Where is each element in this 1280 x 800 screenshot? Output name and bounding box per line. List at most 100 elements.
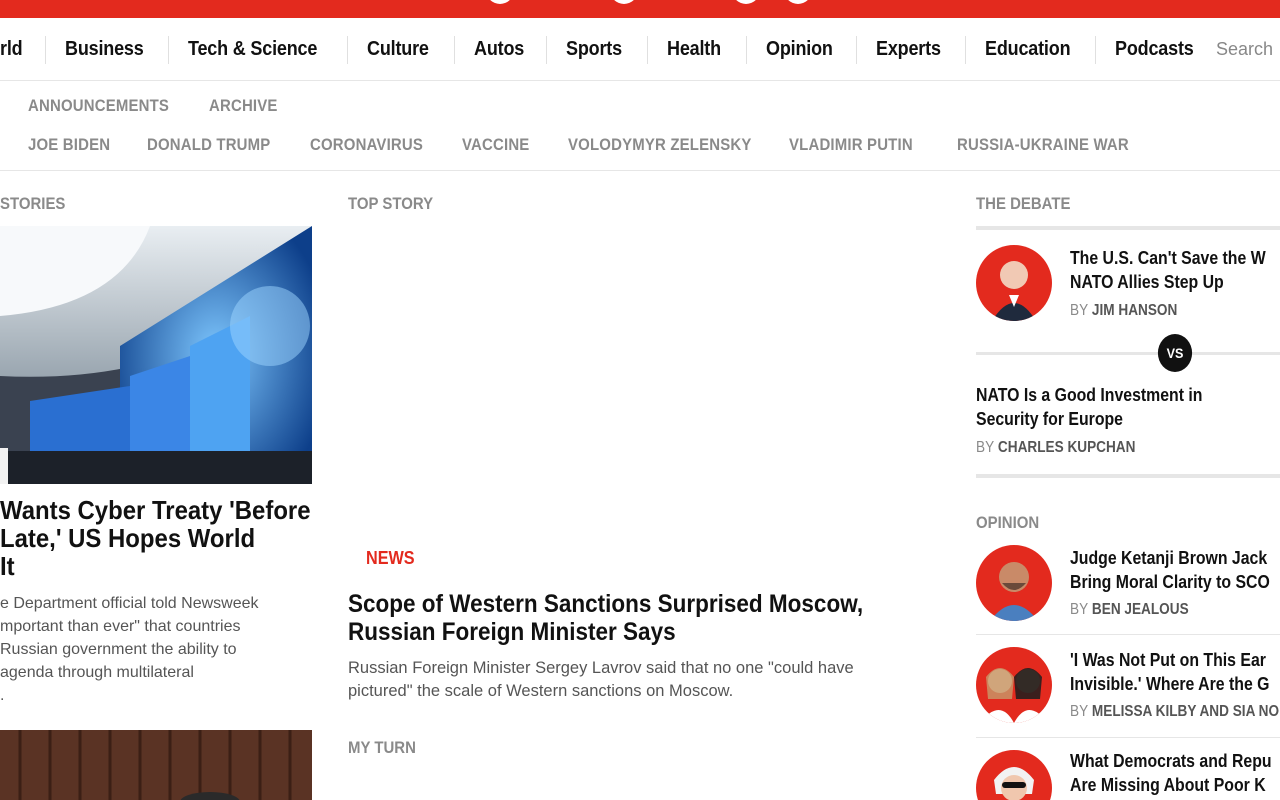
avatar-opinion-3[interactable] [976, 750, 1052, 800]
portrait-illustration [992, 261, 1036, 321]
title-line: 'I Was Not Put on This Ear [1070, 650, 1266, 670]
title-line: NATO Allies Step Up [1070, 272, 1224, 292]
search-input[interactable]: Search [1216, 39, 1273, 60]
nav-item-sports[interactable]: Sports [566, 38, 622, 61]
nav-divider [965, 36, 966, 64]
avatar-kilby-and-no[interactable] [976, 647, 1052, 723]
byline-prefix: BY [1070, 601, 1089, 618]
title-line: Judge Ketanji Brown Jack [1070, 548, 1268, 568]
topic-volodymyr-zelensky[interactable]: VOLODYMYR ZELENSKY [568, 135, 752, 155]
nav-item-education[interactable]: Education [985, 38, 1071, 61]
opinion-title-1[interactable]: Judge Ketanji Brown Jack Bring Moral Cla… [1070, 546, 1270, 594]
byline-prefix: BY [1070, 302, 1089, 319]
topic-russia-ukraine-war[interactable]: RUSSIA-UKRAINE WAR [957, 135, 1129, 155]
title-line: The U.S. Can't Save the W [1070, 248, 1266, 268]
control-room-illustration [0, 226, 312, 484]
headline-line: Russian Foreign Minister Says [348, 618, 676, 646]
headline-line: Late,' US Hopes World [0, 523, 256, 553]
opinion-title-3[interactable]: What Democrats and Repu Are Missing Abou… [1070, 749, 1272, 797]
topic-vaccine[interactable]: VACCINE [462, 135, 529, 155]
summary-line: e Department official told Newsweek [0, 595, 259, 612]
topic-vladimir-putin[interactable]: VLADIMIR PUTIN [789, 135, 913, 155]
byline: BY BEN JEALOUS [1070, 601, 1189, 619]
story-image-control-room[interactable] [0, 226, 312, 484]
byline-prefix: BY [1070, 703, 1089, 720]
main-nav: rld Business Tech & Science Culture Auto… [0, 18, 1280, 81]
nav-item-world[interactable]: rld [0, 38, 23, 61]
title-line: Are Missing About Poor K [1070, 775, 1266, 795]
logo-fragment [732, 0, 760, 4]
nav-item-business[interactable]: Business [65, 38, 144, 61]
nav-item-podcasts[interactable]: Podcasts [1115, 38, 1194, 61]
summary-line: pictured" the scale of Western sanctions… [348, 682, 734, 700]
nav-item-culture[interactable]: Culture [367, 38, 429, 61]
nav-divider [168, 36, 169, 64]
left-story-summary: e Department official told Newsweek mpor… [0, 592, 300, 707]
author-name[interactable]: BEN JEALOUS [1092, 601, 1189, 618]
sub-nav: ANNOUNCEMENTS ARCHIVE [0, 81, 1280, 121]
author-name[interactable]: JIM HANSON [1092, 302, 1177, 319]
title-line: Security for Europe [976, 409, 1124, 429]
story-image-secondary[interactable] [0, 730, 312, 800]
brand-bar[interactable] [0, 0, 1280, 18]
portrait-illustration [980, 668, 1048, 723]
list-divider [976, 737, 1280, 738]
logo-fragment [610, 0, 638, 4]
byline-prefix: BY [976, 439, 995, 456]
headline-line: It [0, 551, 15, 581]
portrait-illustration [990, 562, 1038, 621]
list-divider [976, 634, 1280, 635]
headline-line: Wants Cyber Treaty 'Before [0, 495, 311, 525]
avatar-ben-jealous[interactable] [976, 545, 1052, 621]
summary-line: Russian government the ability to [0, 641, 237, 658]
nav-item-health[interactable]: Health [667, 38, 721, 61]
debate-bottom-rule [976, 474, 1280, 478]
left-story-headline[interactable]: Wants Cyber Treaty 'Before Late,' US Hop… [0, 495, 311, 581]
opinion-title-2[interactable]: 'I Was Not Put on This Ear Invisible.' W… [1070, 648, 1269, 696]
author-name[interactable]: CHARLES KUPCHAN [998, 439, 1136, 456]
byline: BY CHARLES KUPCHAN [976, 439, 1135, 457]
vs-badge: VS [1157, 334, 1193, 372]
nav-divider [647, 36, 648, 64]
logo-fragment [486, 0, 514, 4]
author-name[interactable]: MELISSA KILBY AND SIA NO [1092, 703, 1279, 720]
topic-coronavirus[interactable]: CORONAVIRUS [310, 135, 423, 155]
topic-joe-biden[interactable]: JOE BIDEN [28, 135, 110, 155]
stories-label: STORIES [0, 194, 66, 213]
summary-line: mportant than ever" that countries [0, 618, 241, 635]
title-line: Bring Moral Clarity to SCO [1070, 572, 1270, 592]
summary-line: Russian Foreign Minister Sergey Lavrov s… [348, 659, 854, 677]
topic-donald-trump[interactable]: DONALD TRUMP [147, 135, 270, 155]
avatar-jim-hanson[interactable] [976, 245, 1052, 321]
debate-first-title[interactable]: The U.S. Can't Save the W NATO Allies St… [1070, 246, 1266, 294]
top-story-label: TOP STORY [348, 194, 434, 213]
portrait-illustration [994, 767, 1034, 800]
news-kicker[interactable]: NEWS [366, 548, 415, 569]
nav-item-opinion[interactable]: Opinion [766, 38, 833, 61]
logo-fragment [784, 0, 812, 4]
nav-divider [347, 36, 348, 64]
nav-item-experts[interactable]: Experts [876, 38, 941, 61]
nav-item-tech-science[interactable]: Tech & Science [188, 38, 317, 61]
wood-panel-illustration [0, 730, 312, 800]
title-line: Invisible.' Where Are the G [1070, 674, 1270, 694]
nav-divider [746, 36, 747, 64]
summary-line: agenda through multilateral [0, 664, 194, 681]
opinion-label: OPINION [976, 513, 1040, 532]
nav-divider [454, 36, 455, 64]
top-story-headline[interactable]: Scope of Western Sanctions Surprised Mos… [348, 590, 888, 646]
debate-label: THE DEBATE [976, 194, 1071, 213]
subnav-item-announcements[interactable]: ANNOUNCEMENTS [28, 96, 169, 116]
title-line: NATO Is a Good Investment in [976, 385, 1203, 405]
debate-second-title[interactable]: NATO Is a Good Investment in Security fo… [976, 383, 1202, 431]
top-story-summary: Russian Foreign Minister Sergey Lavrov s… [348, 657, 928, 703]
nav-divider [546, 36, 547, 64]
byline: BY MELISSA KILBY AND SIA NO [1070, 703, 1279, 721]
summary-line: . [0, 687, 5, 704]
nav-item-autos[interactable]: Autos [474, 38, 524, 61]
title-line: What Democrats and Repu [1070, 751, 1272, 771]
nav-divider [856, 36, 857, 64]
subnav-item-archive[interactable]: ARCHIVE [209, 96, 278, 116]
byline: BY JIM HANSON [1070, 302, 1177, 320]
debate-divider [976, 352, 1280, 355]
